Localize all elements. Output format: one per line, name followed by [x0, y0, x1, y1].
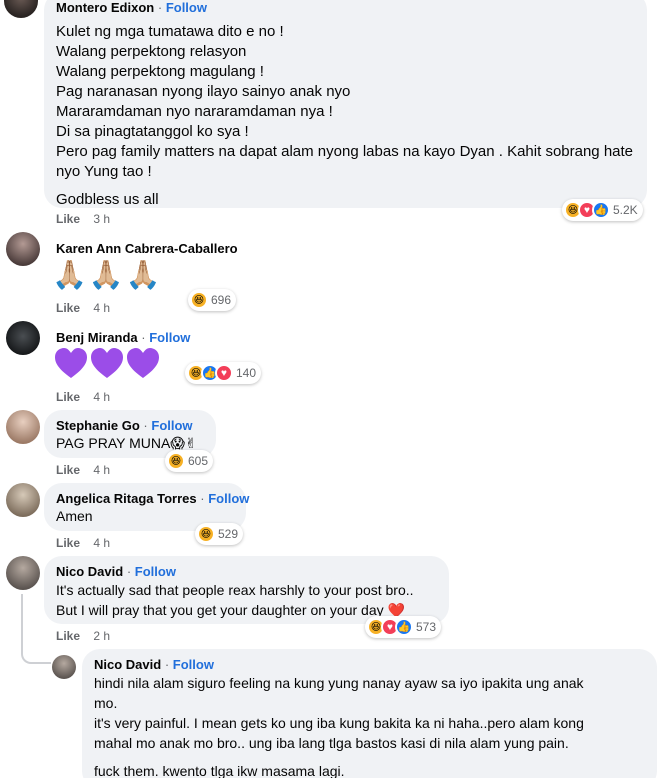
avatar[interactable] [6, 232, 40, 266]
comment-author[interactable]: Karen Ann Cabrera-Caballero [56, 241, 238, 256]
timestamp[interactable]: 4 h [93, 536, 110, 550]
comment-meta: Like 4 h [56, 301, 110, 315]
comment-meta: Like 4 h [56, 390, 110, 404]
comment-author[interactable]: Stephanie Go [56, 418, 140, 433]
separator: · [200, 491, 205, 506]
avatar[interactable] [52, 655, 76, 679]
reaction-summary[interactable]: 😆 👍 ♥ 140 [185, 362, 262, 384]
reaction-summary[interactable]: 😆 ♥ 👍 573 [365, 616, 442, 638]
reaction-count: 529 [218, 527, 239, 541]
reaction-summary[interactable]: 😆 696 [188, 289, 237, 311]
reaction-count: 140 [236, 366, 257, 380]
separator: · [164, 657, 170, 672]
avatar[interactable] [6, 483, 40, 517]
haha-icon: 😆 [167, 452, 185, 470]
comment-bubble: Montero Edixon · Follow Kulet ng mga tum… [44, 0, 647, 208]
comment-meta: Like 2 h [56, 629, 110, 643]
separator: · [126, 564, 132, 579]
timestamp[interactable]: 3 h [93, 212, 110, 226]
comment-bubble: Nico David · Follow It's actually sad th… [44, 556, 449, 624]
haha-icon: 😆 [197, 525, 215, 543]
follow-button[interactable]: Follow [173, 657, 214, 672]
comment-author[interactable]: Nico David [56, 564, 123, 579]
comment-author[interactable]: Angelica Ritaga Torres [56, 491, 197, 506]
comment-author[interactable]: Montero Edixon [56, 0, 154, 15]
follow-button[interactable]: Follow [151, 418, 192, 433]
reaction-summary[interactable]: 😆 605 [165, 450, 214, 472]
comment-meta: Like 4 h [56, 536, 110, 550]
reaction-count: 5.2K [613, 203, 638, 217]
comment-author[interactable]: Benj Miranda [56, 330, 138, 345]
avatar[interactable] [6, 410, 40, 444]
reaction-summary[interactable]: 😆 529 [195, 523, 244, 545]
follow-button[interactable]: Follow [135, 564, 176, 579]
like-icon: 👍 [592, 201, 610, 219]
separator: · [141, 330, 146, 345]
comment-text: 🙏🏼🙏🏼🙏🏼 [52, 259, 163, 290]
reply-text: hindi nila alam siguro feeling na kung y… [94, 675, 584, 778]
like-button[interactable]: Like [56, 629, 80, 643]
separator: · [157, 0, 163, 15]
follow-button[interactable]: Follow [149, 330, 190, 345]
like-button[interactable]: Like [56, 212, 80, 226]
like-button[interactable]: Like [56, 536, 80, 550]
timestamp[interactable]: 4 h [93, 301, 110, 315]
reaction-count: 696 [211, 293, 232, 307]
comment-text: It's actually sad that people reax harsh… [56, 582, 414, 618]
like-button[interactable]: Like [56, 301, 80, 315]
like-button[interactable]: Like [56, 463, 80, 477]
reaction-count: 605 [188, 454, 209, 468]
comment-text: Kulet ng mga tumatawa dito e no ! Walang… [56, 23, 634, 208]
timestamp[interactable]: 4 h [93, 463, 110, 477]
timestamp[interactable]: 2 h [93, 629, 110, 643]
purple-heart-icons [55, 348, 159, 378]
separator: · [143, 418, 148, 433]
comment-meta: Like 3 h [56, 212, 110, 226]
avatar[interactable] [4, 0, 38, 18]
purple-hearts [55, 348, 159, 385]
reaction-count: 573 [416, 620, 437, 634]
like-icon: 👍 [395, 618, 413, 636]
like-button[interactable]: Like [56, 390, 80, 404]
follow-button[interactable]: Follow [166, 0, 207, 15]
reaction-summary[interactable]: 😆 ♥ 👍 5.2K [562, 199, 643, 221]
reply-author[interactable]: Nico David [94, 657, 161, 672]
reply-bubble: Nico David · Follow hindi nila alam sigu… [82, 649, 657, 778]
comment-meta: Like 4 h [56, 463, 110, 477]
follow-button[interactable]: Follow [208, 491, 249, 506]
timestamp[interactable]: 4 h [93, 390, 110, 404]
avatar[interactable] [6, 321, 40, 355]
haha-icon: 😆 [190, 291, 208, 309]
avatar[interactable] [6, 556, 40, 590]
love-icon: ♥ [215, 364, 233, 382]
